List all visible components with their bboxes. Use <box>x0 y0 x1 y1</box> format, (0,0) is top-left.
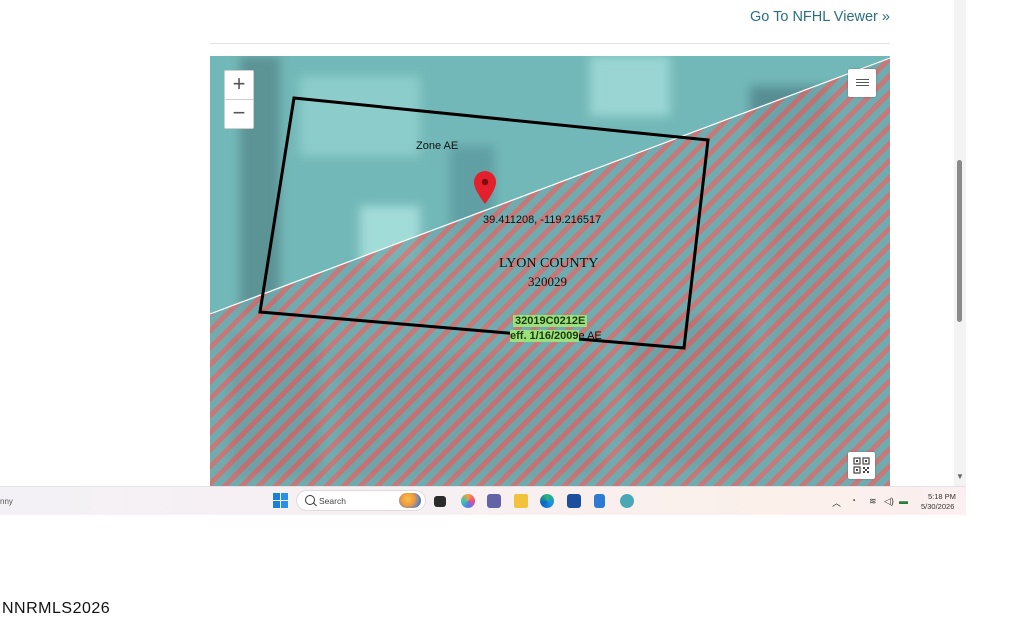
scrollbar-thumb[interactable] <box>957 160 962 322</box>
taskbar-time[interactable]: 5:18 PM <box>928 492 956 501</box>
effective-zone-suffix: e AE <box>578 330 602 342</box>
listing-watermark: NNRMLS2026 <box>2 600 111 617</box>
divider <box>210 43 890 44</box>
flood-map[interactable]: + − Zone AE 39.411208, -119.216517 LYON … <box>210 56 890 486</box>
county-name-label: LYON COUNTY <box>499 256 599 271</box>
volume-icon[interactable]: ◁) <box>884 496 894 507</box>
file-explorer-icon[interactable] <box>514 494 528 508</box>
app-icon[interactable] <box>620 494 634 508</box>
search-icon <box>305 495 315 505</box>
nfhl-viewer-link[interactable]: Go To NFHL Viewer » <box>750 9 890 25</box>
task-view-icon[interactable] <box>434 496 446 507</box>
copilot-icon[interactable] <box>461 494 475 508</box>
layers-menu-icon[interactable] <box>848 69 876 97</box>
taskbar-search-input[interactable]: Search <box>296 490 426 511</box>
qr-code-icon[interactable] <box>848 452 875 479</box>
coordinates-label: 39.411208, -119.216517 <box>483 214 602 226</box>
scroll-down-icon[interactable]: ▼ <box>956 472 964 481</box>
windows-taskbar: nny Search ︿ ◔ ≋ ◁) ▬ 5:18 PM 5/30/2026 <box>0 486 966 515</box>
browser-page: Go To NFHL Viewer » + − Zone AE 39.41120… <box>0 0 966 486</box>
notepad-icon[interactable] <box>594 494 605 508</box>
effective-date-text: eff. 1/16/2009 <box>510 330 579 342</box>
zoom-in-button[interactable]: + <box>224 70 254 100</box>
battery-icon[interactable]: ▬ <box>899 496 908 506</box>
chevron-up-icon[interactable]: ︿ <box>832 496 841 509</box>
store-icon[interactable] <box>567 494 581 508</box>
edge-icon[interactable] <box>540 494 554 508</box>
teams-icon[interactable] <box>487 494 501 508</box>
wifi-icon[interactable]: ≋ <box>869 496 877 507</box>
county-code-label: 320029 <box>528 274 567 289</box>
effective-date-label: eff. 1/16/2009e AE <box>510 330 602 342</box>
page-scrollbar[interactable]: ▼ <box>954 0 966 486</box>
windows-start-icon[interactable] <box>273 493 288 508</box>
network-status-icon[interactable]: ◔ <box>851 496 856 505</box>
taskbar-left-text: nny <box>0 497 13 506</box>
search-placeholder: Search <box>319 496 346 506</box>
taskbar-date[interactable]: 5/30/2026 <box>921 502 954 511</box>
zone-label: Zone AE <box>416 140 459 152</box>
zoom-out-button[interactable]: − <box>224 99 254 129</box>
search-highlight-icon <box>399 493 421 508</box>
firm-panel-label: 32019C0212E <box>513 315 588 327</box>
